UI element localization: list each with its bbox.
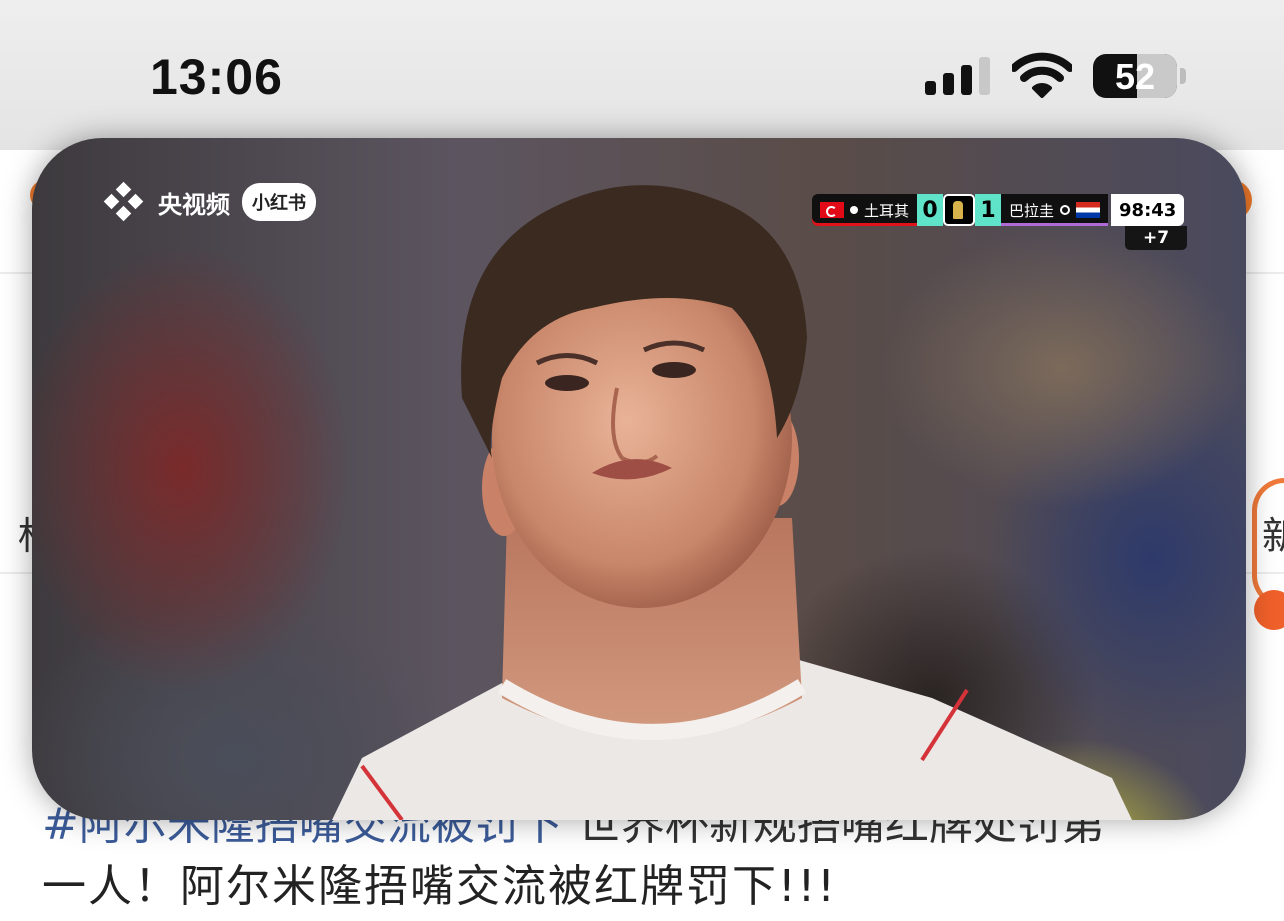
turkey-flag-icon	[820, 202, 844, 218]
broadcaster-name: 央视频	[158, 190, 230, 219]
away-team-name: 巴拉圭	[1009, 201, 1055, 220]
home-team: 土耳其	[812, 194, 918, 226]
away-team: 巴拉圭	[1001, 194, 1109, 226]
right-edge-label[interactable]: 新	[1262, 505, 1284, 560]
kit-dot-icon	[850, 206, 858, 214]
kit-dot-icon	[1060, 205, 1071, 215]
post-title-line-2: 一人！阿尔米隆捂嘴交流被红牌罚下!!!	[42, 861, 837, 912]
home-team-name: 土耳其	[864, 201, 910, 220]
status-bar: 13:06 52	[0, 0, 1284, 150]
partner-badge: 小红书	[242, 183, 316, 221]
away-score: 1	[975, 194, 1002, 226]
paraguay-flag-icon	[1076, 202, 1101, 218]
wifi-icon	[1012, 52, 1072, 98]
scoreboard: 土耳其 0 1 巴拉圭 98:43	[812, 194, 1185, 226]
battery-icon: 52	[1093, 54, 1177, 98]
pip-video-player[interactable]: 央视频 小红书 土耳其 0 1 巴拉圭 98:43 +7	[32, 138, 1246, 820]
match-clock: 98:43	[1111, 194, 1185, 226]
battery-tip	[1180, 68, 1186, 84]
video-frame	[332, 185, 1132, 820]
world-cup-trophy-icon	[943, 194, 976, 226]
added-time: +7	[1125, 226, 1187, 250]
status-time: 13:06	[150, 49, 283, 105]
cellular-signal-icon	[925, 55, 991, 95]
cctv-video-icon	[103, 181, 148, 222]
home-score: 0	[917, 194, 944, 226]
live-indicator-icon	[1254, 590, 1284, 630]
broadcaster-logo: 央视频 小红书	[103, 181, 316, 222]
battery-percent: 52	[1114, 56, 1156, 97]
